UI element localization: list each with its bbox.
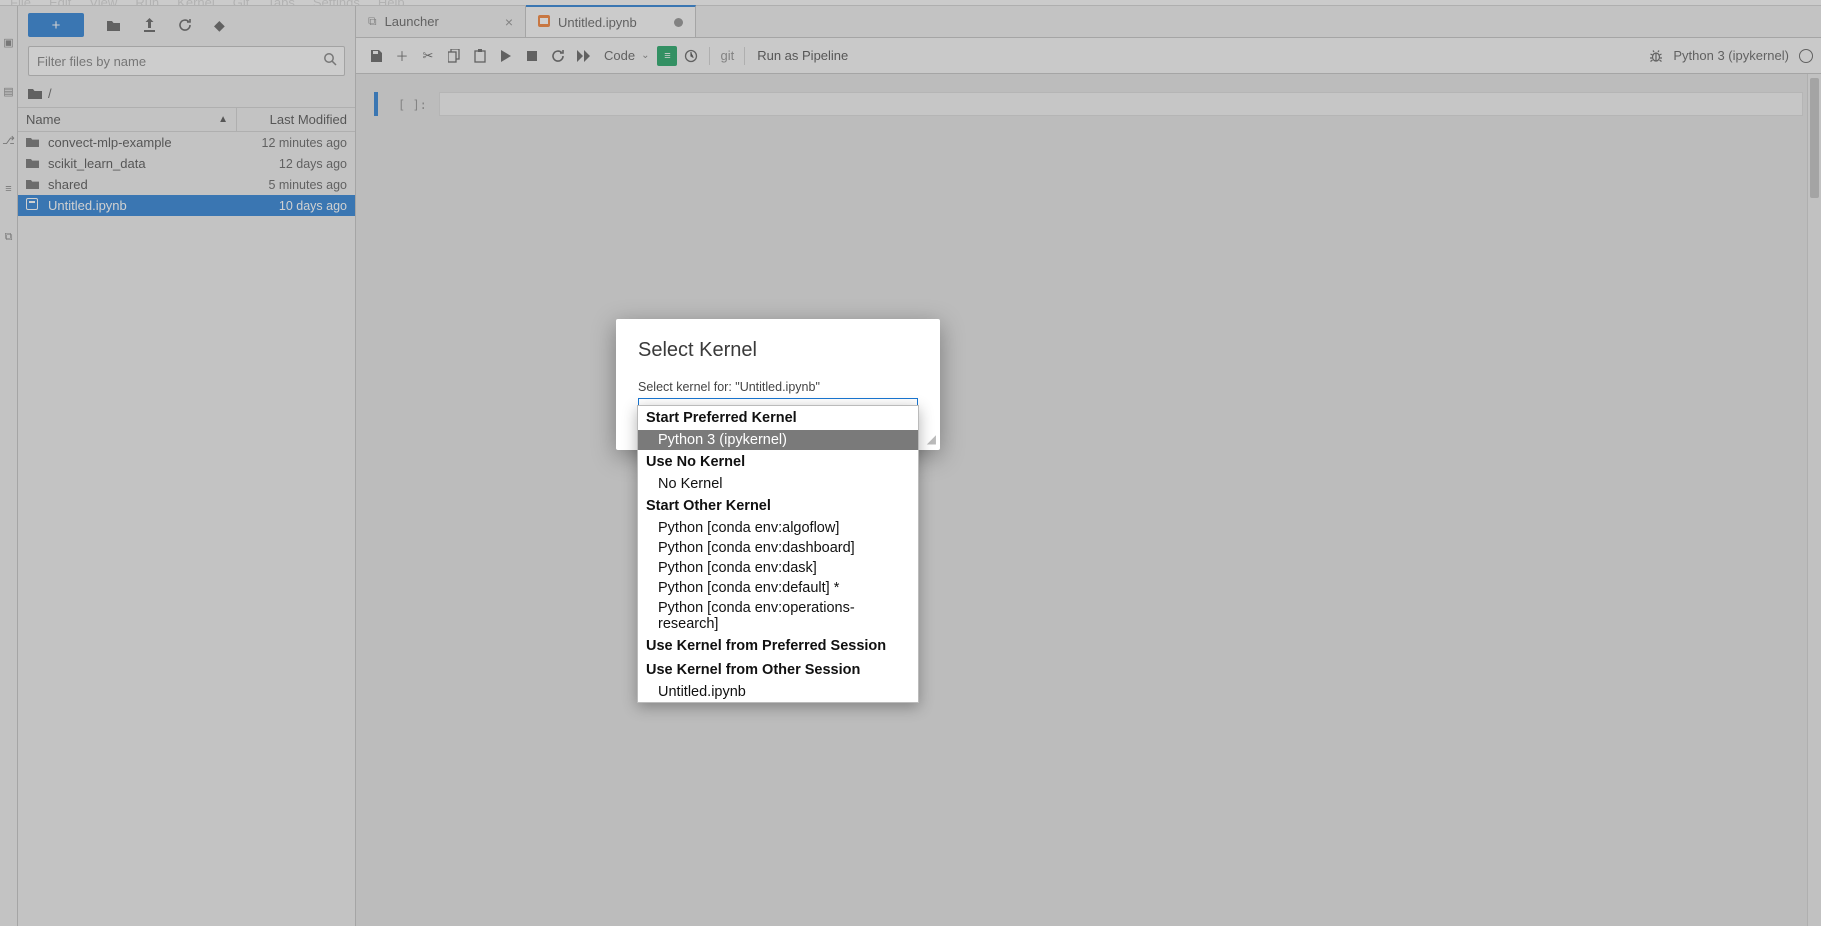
toc-icon[interactable]: ≡ xyxy=(5,183,11,195)
file-browser-sidebar: + ◆ / Name ▲ Las xyxy=(18,6,356,926)
column-name[interactable]: Name ▲ xyxy=(18,108,237,131)
cell-type-select[interactable]: Code ⌄ xyxy=(598,48,655,63)
file-filter-input[interactable] xyxy=(28,46,345,76)
new-folder-icon[interactable] xyxy=(106,19,121,32)
dropdown-item[interactable]: Python [conda env:dashboard] xyxy=(638,538,918,558)
tab-label: Untitled.ipynb xyxy=(558,15,637,30)
extensions-icon[interactable]: ⧉ xyxy=(5,231,13,244)
search-icon xyxy=(323,52,337,66)
render-panel-button[interactable]: ≡ xyxy=(657,46,677,66)
dropdown-item[interactable]: Python [conda env:default] * xyxy=(638,578,918,598)
dropdown-group-heading: Start Preferred Kernel xyxy=(638,406,918,430)
restart-button[interactable] xyxy=(546,44,570,68)
file-modified: 5 minutes ago xyxy=(229,178,347,192)
cut-button[interactable]: ✂ xyxy=(416,44,440,68)
upload-icon[interactable] xyxy=(143,18,156,32)
paste-button[interactable] xyxy=(468,44,492,68)
dialog-label: Select kernel for: "Untitled.ipynb" xyxy=(638,380,918,394)
refresh-icon[interactable] xyxy=(178,18,192,32)
tab-label: Launcher xyxy=(385,14,439,29)
cell-input[interactable] xyxy=(439,92,1803,116)
file-row[interactable]: Untitled.ipynb10 days ago xyxy=(18,195,355,216)
dropdown-item[interactable]: Python [conda env:algoflow] xyxy=(638,518,918,538)
running-icon[interactable]: ▤ xyxy=(3,85,13,98)
stop-button[interactable] xyxy=(520,44,544,68)
dropdown-group-heading: Use Kernel from Preferred Session xyxy=(638,634,918,658)
file-row[interactable]: convect-mlp-example12 minutes ago xyxy=(18,132,355,153)
cell-indicator xyxy=(374,92,378,116)
dialog-title: Select Kernel xyxy=(638,339,918,362)
file-name: Untitled.ipynb xyxy=(48,198,229,213)
sidebar-toolbar: + ◆ xyxy=(18,6,355,44)
dropdown-item[interactable]: Python 3 (ipykernel) xyxy=(638,430,918,450)
chevron-down-icon: ⌄ xyxy=(641,50,649,61)
cell-prompt: [ ]: xyxy=(384,92,433,116)
restart-run-all-button[interactable] xyxy=(572,44,596,68)
file-row[interactable]: scikit_learn_data12 days ago xyxy=(18,153,355,174)
launcher-icon: ⧉ xyxy=(368,14,377,29)
dropdown-group-heading: Use Kernel from Other Session xyxy=(638,658,918,682)
folder-icon xyxy=(26,179,42,190)
copy-button[interactable] xyxy=(442,44,466,68)
folder-icon[interactable]: ▣ xyxy=(3,36,13,49)
tab[interactable]: Untitled.ipynb xyxy=(526,5,696,37)
kernel-status-icon[interactable] xyxy=(1799,49,1813,63)
file-browser-header: Name ▲ Last Modified xyxy=(18,107,355,132)
file-modified: 10 days ago xyxy=(229,199,347,213)
bug-icon[interactable] xyxy=(1649,49,1663,63)
run-as-pipeline-button[interactable]: Run as Pipeline xyxy=(751,48,854,63)
tab-bar: ⧉ Launcher × Untitled.ipynb xyxy=(356,6,1821,38)
column-modified[interactable]: Last Modified xyxy=(237,108,355,131)
clock-icon[interactable] xyxy=(679,44,703,68)
run-button[interactable] xyxy=(494,44,518,68)
main-content: ⧉ Launcher × Untitled.ipynb ＋ ✂ Code ⌄ ≡ gi… xyxy=(356,6,1821,926)
dropdown-item[interactable]: Python [conda env:dask] xyxy=(638,558,918,578)
notebook-body[interactable]: [ ]: xyxy=(356,74,1821,926)
kernel-name-button[interactable]: Python 3 (ipykernel) xyxy=(1673,48,1789,63)
code-cell[interactable]: [ ]: xyxy=(374,92,1803,116)
file-modified: 12 minutes ago xyxy=(229,136,347,150)
git-icon[interactable]: ⎇ xyxy=(2,134,15,147)
tab[interactable]: ⧉ Launcher × xyxy=(356,6,526,37)
file-modified: 12 days ago xyxy=(229,157,347,171)
git-toolbar-label[interactable]: git xyxy=(716,48,738,63)
dirty-indicator-icon xyxy=(674,18,683,27)
close-icon[interactable]: × xyxy=(505,14,513,30)
dropdown-group-heading: Use No Kernel xyxy=(638,450,918,474)
dropdown-item[interactable]: Untitled.ipynb xyxy=(638,682,918,702)
file-name: convect-mlp-example xyxy=(48,135,229,150)
file-name: scikit_learn_data xyxy=(48,156,229,171)
activity-bar: ▣ ▤ ⎇ ≡ ⧉ xyxy=(0,6,18,926)
file-list: convect-mlp-example12 minutes agoscikit_… xyxy=(18,132,355,926)
file-name: shared xyxy=(48,177,229,192)
folder-icon xyxy=(28,88,42,100)
new-launcher-button[interactable]: + xyxy=(28,13,84,37)
file-row[interactable]: shared5 minutes ago xyxy=(18,174,355,195)
dropdown-item[interactable]: No Kernel xyxy=(638,474,918,494)
git-sidebar-icon[interactable]: ◆ xyxy=(214,17,225,34)
scrollbar[interactable] xyxy=(1807,74,1821,926)
breadcrumb[interactable]: / xyxy=(18,82,355,107)
sort-asc-icon: ▲ xyxy=(218,114,228,125)
notebook-icon xyxy=(26,198,42,213)
notebook-icon xyxy=(538,15,550,30)
kernel-dropdown[interactable]: Start Preferred KernelPython 3 (ipykerne… xyxy=(637,405,919,703)
breadcrumb-path: / xyxy=(48,86,52,101)
folder-icon xyxy=(26,158,42,169)
dropdown-item[interactable]: Python [conda env:operations-research] xyxy=(638,598,918,634)
scroll-thumb[interactable] xyxy=(1810,78,1819,198)
folder-icon xyxy=(26,137,42,148)
save-button[interactable] xyxy=(364,44,388,68)
dropdown-group-heading: Start Other Kernel xyxy=(638,494,918,518)
insert-cell-button[interactable]: ＋ xyxy=(390,44,414,68)
notebook-toolbar: ＋ ✂ Code ⌄ ≡ git Run as Pipeline Python … xyxy=(356,38,1821,74)
resize-grip-icon[interactable] xyxy=(927,432,936,446)
